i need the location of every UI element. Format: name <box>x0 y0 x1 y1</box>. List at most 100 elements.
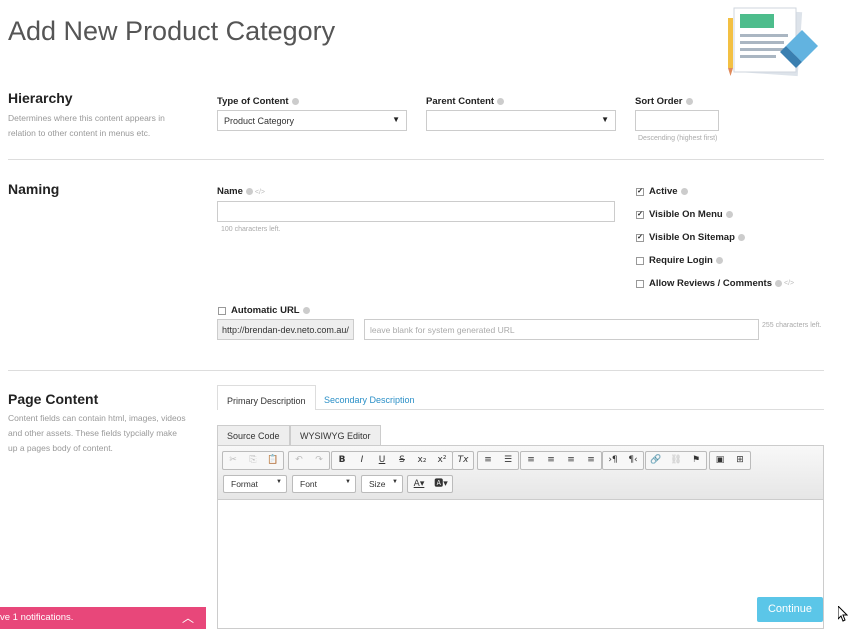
dropdown-arrow-icon: ▼ <box>392 115 400 124</box>
italic-icon[interactable]: I <box>352 452 372 469</box>
info-icon <box>497 97 505 105</box>
dropdown-arrow-icon: ▼ <box>392 479 398 485</box>
code-icon: </> <box>784 280 795 287</box>
link-icon[interactable]: 🔗 <box>646 452 666 469</box>
url-input[interactable]: leave blank for system generated URL <box>364 319 759 340</box>
undo-icon[interactable]: ↶ <box>289 452 309 469</box>
direction-group: ›¶ ¶‹ <box>602 451 644 470</box>
document-illustration-icon <box>728 7 818 77</box>
cut-icon[interactable]: ✂ <box>223 452 243 469</box>
remove-format-icon[interactable]: Tx <box>453 452 473 469</box>
list-group: ≡ ☰ <box>477 451 519 470</box>
rich-text-editor[interactable]: ✂ ⎘ 📋 ↶ ↷ B I U S x₂ x² Tx ≡ ☰ ≡ ≡ ≡ ≡ ›… <box>217 445 824 629</box>
type-of-content-select[interactable]: Product Category ▼ <box>217 110 407 131</box>
info-icon <box>291 97 299 105</box>
info-icon <box>302 307 310 314</box>
clear-format-group: Tx <box>452 451 474 470</box>
history-group: ↶ ↷ <box>288 451 330 470</box>
chevron-up-icon[interactable]: ︿ <box>182 609 194 626</box>
subscript-icon[interactable]: x₂ <box>412 452 432 469</box>
hierarchy-section-title: Hierarchy <box>8 90 73 106</box>
mouse-cursor-icon <box>838 606 848 622</box>
parent-content-select[interactable]: ▼ <box>426 110 616 131</box>
automatic-url-checkbox[interactable] <box>218 306 226 315</box>
name-input[interactable] <box>217 201 615 222</box>
notification-text: ve 1 notifications. <box>0 612 74 623</box>
underline-icon[interactable]: U <box>372 452 392 469</box>
require-login-checkbox[interactable] <box>636 256 644 265</box>
format-combo[interactable]: Format ▼ <box>223 475 287 493</box>
rtl-icon[interactable]: ¶‹ <box>623 452 643 469</box>
require-login-option[interactable]: Require Login <box>636 255 723 266</box>
copy-icon[interactable]: ⎘ <box>243 452 263 469</box>
info-icon <box>737 234 745 241</box>
tab-secondary-description[interactable]: Secondary Description <box>315 385 424 415</box>
bulleted-list-icon[interactable]: ☰ <box>498 452 518 469</box>
sort-order-input[interactable] <box>635 110 719 131</box>
info-icon <box>245 187 253 195</box>
page-title: Add New Product Category <box>8 16 336 46</box>
visible-on-menu-checkbox[interactable]: ✓ <box>636 210 644 219</box>
redo-icon[interactable]: ↷ <box>309 452 329 469</box>
url-prefix: http://brendan-dev.neto.com.au/ <box>217 319 354 340</box>
info-icon <box>680 188 688 195</box>
visible-on-sitemap-option[interactable]: ✓ Visible On Sitemap <box>636 232 745 243</box>
dropdown-arrow-icon: ▼ <box>276 479 282 485</box>
align-left-icon[interactable]: ≡ <box>521 452 541 469</box>
align-justify-icon[interactable]: ≡ <box>581 452 601 469</box>
image-icon[interactable]: ▣ <box>710 452 730 469</box>
numbered-list-icon[interactable]: ≡ <box>478 452 498 469</box>
visible-on-menu-option[interactable]: ✓ Visible On Menu <box>636 209 733 220</box>
unlink-icon[interactable]: ⛓ <box>666 452 686 469</box>
font-combo[interactable]: Font ▼ <box>292 475 356 493</box>
info-icon <box>775 280 783 287</box>
strikethrough-icon[interactable]: S <box>392 452 412 469</box>
text-style-group: B I U S x₂ x² <box>331 451 453 470</box>
clipboard-group: ✂ ⎘ 📋 <box>222 451 284 470</box>
align-right-icon[interactable]: ≡ <box>561 452 581 469</box>
background-color-icon[interactable]: 🅰▾ <box>430 476 452 493</box>
hierarchy-description: Determines where this content appears in… <box>8 113 165 138</box>
type-of-content-label: Type of Content <box>217 96 299 107</box>
info-icon <box>715 257 723 264</box>
allow-reviews-option[interactable]: Allow Reviews / Comments </> <box>636 278 794 289</box>
allow-reviews-checkbox[interactable] <box>636 279 644 288</box>
notification-bar[interactable]: ve 1 notifications. ︿ <box>0 607 206 629</box>
visible-on-sitemap-checkbox[interactable]: ✓ <box>636 233 644 242</box>
section-divider <box>8 159 824 160</box>
tab-primary-description[interactable]: Primary Description <box>217 385 316 410</box>
tab-source-code[interactable]: Source Code <box>217 425 290 446</box>
sort-order-label: Sort Order <box>635 96 693 107</box>
name-label: Name </> <box>217 186 265 197</box>
page-content-section-title: Page Content <box>8 391 99 407</box>
section-divider <box>8 370 824 371</box>
align-group: ≡ ≡ ≡ ≡ <box>520 451 602 470</box>
dropdown-arrow-icon: ▼ <box>345 479 351 485</box>
link-group: 🔗 ⛓ ⚑ <box>645 451 707 470</box>
naming-section-title: Naming <box>8 181 60 197</box>
table-icon[interactable]: ⊞ <box>730 452 750 469</box>
active-option[interactable]: ✓ Active <box>636 186 688 197</box>
tab-wysiwyg-editor[interactable]: WYSIWYG Editor <box>290 425 381 446</box>
text-color-icon[interactable]: A▾ <box>408 476 430 493</box>
size-combo[interactable]: Size ▼ <box>361 475 403 493</box>
align-center-icon[interactable]: ≡ <box>541 452 561 469</box>
parent-content-label: Parent Content <box>426 96 505 107</box>
editor-toolbar: ✂ ⎘ 📋 ↶ ↷ B I U S x₂ x² Tx ≡ ☰ ≡ ≡ ≡ ≡ ›… <box>218 446 823 500</box>
info-icon <box>685 97 693 105</box>
insert-group: ▣ ⊞ <box>709 451 751 470</box>
url-hint: 255 characters left. <box>762 322 822 329</box>
continue-button[interactable]: Continue <box>757 597 823 622</box>
bold-icon[interactable]: B <box>332 452 352 469</box>
sort-order-hint: Descending (highest first) <box>638 135 718 142</box>
page-content-description: Content fields can contain html, images,… <box>8 413 186 453</box>
active-checkbox[interactable]: ✓ <box>636 187 644 196</box>
automatic-url-option[interactable]: Automatic URL <box>218 305 310 316</box>
name-hint: 100 characters left. <box>221 226 281 233</box>
anchor-flag-icon[interactable]: ⚑ <box>686 452 706 469</box>
superscript-icon[interactable]: x² <box>432 452 452 469</box>
ltr-icon[interactable]: ›¶ <box>603 452 623 469</box>
dropdown-arrow-icon: ▼ <box>601 115 609 124</box>
paste-icon[interactable]: 📋 <box>263 452 283 469</box>
code-icon: </> <box>254 189 265 196</box>
